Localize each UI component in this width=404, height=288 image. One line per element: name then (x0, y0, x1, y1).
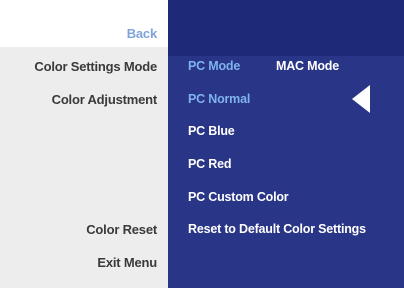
menu-item-color-reset[interactable]: Color Reset (86, 222, 157, 237)
option-mac-mode[interactable]: MAC Mode (276, 59, 339, 73)
options-panel-header (168, 0, 404, 56)
option-pc-normal[interactable]: PC Normal (188, 92, 250, 106)
left-triangle-arrow-icon (352, 85, 370, 113)
menu-item-color-adjustment[interactable]: Color Adjustment (52, 92, 158, 107)
option-pc-mode[interactable]: PC Mode (188, 59, 240, 73)
menu-item-exit-menu[interactable]: Exit Menu (97, 255, 157, 270)
option-pc-custom-color[interactable]: PC Custom Color (188, 190, 289, 204)
option-pc-blue[interactable]: PC Blue (188, 124, 235, 138)
menu-item-color-settings-mode[interactable]: Color Settings Mode (34, 59, 157, 74)
menu-left-list-background (0, 47, 168, 288)
back-button[interactable]: Back (127, 26, 157, 41)
option-reset-default-color-settings[interactable]: Reset to Default Color Settings (188, 222, 366, 236)
option-pc-red[interactable]: PC Red (188, 157, 231, 171)
